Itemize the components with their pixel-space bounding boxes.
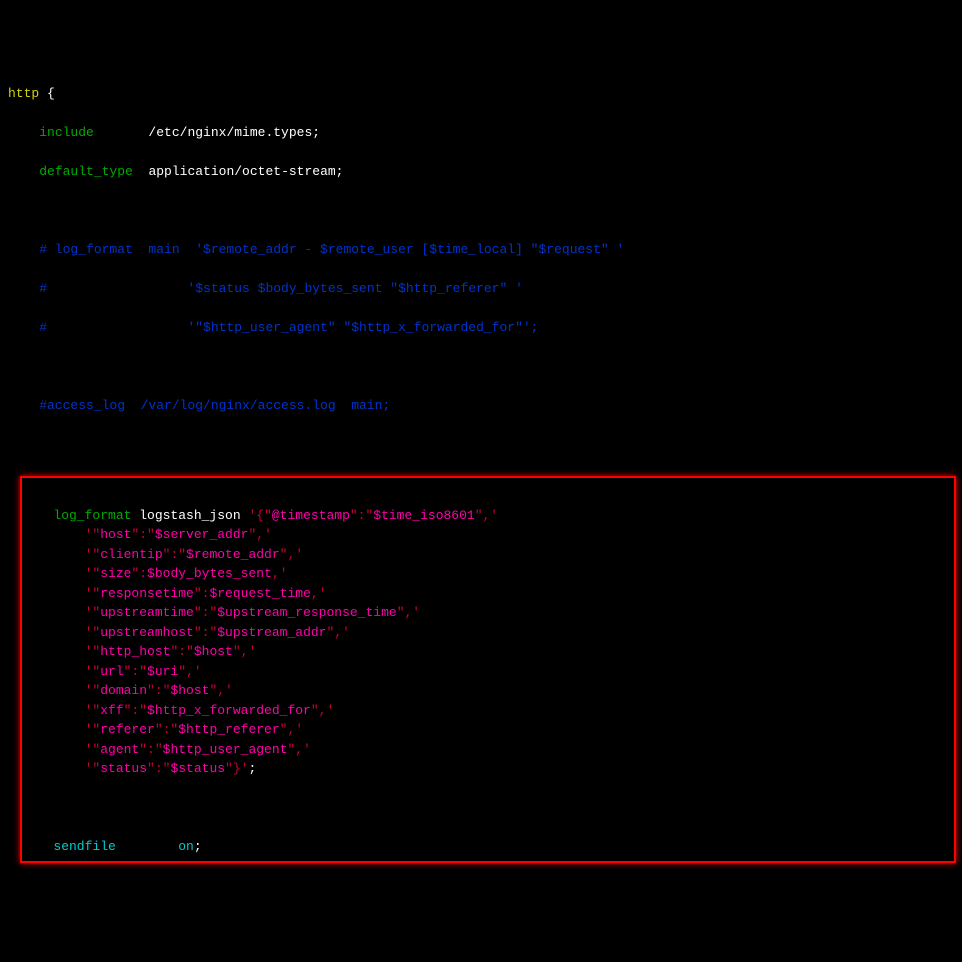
json-key: status — [100, 761, 147, 776]
blank-line — [0, 357, 962, 377]
json-key: url — [100, 664, 123, 679]
log-format-row: '"responsetime":$request_time,' — [26, 584, 950, 604]
json-var: $status — [170, 761, 225, 776]
json-key: upstreamtime — [100, 605, 194, 620]
json-var: $http_referer — [178, 722, 279, 737]
json-var: $body_bytes_sent — [147, 566, 272, 581]
json-var: $http_x_forwarded_for — [147, 703, 311, 718]
log-format-row: '"domain":"$host",' — [26, 681, 950, 701]
json-key: host — [100, 527, 131, 542]
keyword-default-type: default_type — [39, 164, 133, 179]
blank-line — [26, 820, 38, 835]
comment-line: # log_format main '$remote_addr - $remot… — [0, 240, 962, 260]
json-var: $remote_addr — [186, 547, 280, 562]
log-format-row: '"clientip":"$remote_addr",' — [26, 545, 950, 565]
json-var: $upstream_response_time — [217, 605, 396, 620]
keyword-http: http — [8, 86, 39, 101]
json-key: http_host — [100, 644, 170, 659]
json-var: $host — [170, 683, 209, 698]
log-format-row: '"host":"$server_addr",' — [26, 525, 950, 545]
json-var: $time_iso8601 — [373, 508, 474, 523]
json-var: $request_time — [209, 586, 310, 601]
code-line: default_type application/octet-stream; — [0, 162, 962, 182]
keyword-log-format: log_format — [53, 508, 131, 523]
keyword-sendfile: sendfile — [53, 839, 115, 854]
json-key: agent — [100, 742, 139, 757]
json-var: $upstream_addr — [217, 625, 326, 640]
json-var: $uri — [147, 664, 178, 679]
json-var: $http_user_agent — [163, 742, 288, 757]
log-format-row: '"http_host":"$host",' — [26, 642, 950, 662]
json-key: size — [100, 566, 131, 581]
blank-line — [26, 800, 38, 815]
blank-line — [0, 435, 962, 455]
code-line: include /etc/nginx/mime.types; — [0, 123, 962, 143]
log-format-row: '"upstreamtime":"$upstream_response_time… — [26, 603, 950, 623]
log-format-row: '"url":"$uri",' — [26, 662, 950, 682]
comment-line: # '$status $body_bytes_sent "$http_refer… — [0, 279, 962, 299]
json-key: referer — [100, 722, 155, 737]
comment-line: #access_log /var/log/nginx/access.log ma… — [0, 396, 962, 416]
json-var: $server_addr — [155, 527, 249, 542]
json-key: @timestamp — [272, 508, 350, 523]
comment-line: # '"$http_user_agent" "$http_x_forwarded… — [0, 318, 962, 338]
code-line: http { — [0, 84, 962, 104]
json-key: upstreamhost — [100, 625, 194, 640]
log-format-row: '"referer":"$http_referer",' — [26, 720, 950, 740]
log-format-row: '"upstreamhost":"$upstream_addr",' — [26, 623, 950, 643]
json-var: $host — [194, 644, 233, 659]
log-format-row: '"agent":"$http_user_agent",' — [26, 740, 950, 760]
log-format-line: log_format logstash_json '{"@timestamp":… — [26, 508, 498, 523]
json-key: clientip — [100, 547, 162, 562]
json-key: responsetime — [100, 586, 194, 601]
log-format-row-last: '"status":"$status"}'; — [26, 759, 950, 779]
json-key: xff — [100, 703, 123, 718]
log-format-row: '"xff":"$http_x_forwarded_for",' — [26, 701, 950, 721]
json-key: domain — [100, 683, 147, 698]
log-format-rows: '"host":"$server_addr",' '"clientip":"$r… — [26, 525, 950, 779]
highlight-box: log_format logstash_json '{"@timestamp":… — [20, 476, 956, 863]
sendfile-line: sendfile on; — [26, 839, 202, 854]
keyword-include: include — [39, 125, 94, 140]
blank-line — [0, 201, 962, 221]
log-format-row: '"size":$body_bytes_sent,' — [26, 564, 950, 584]
